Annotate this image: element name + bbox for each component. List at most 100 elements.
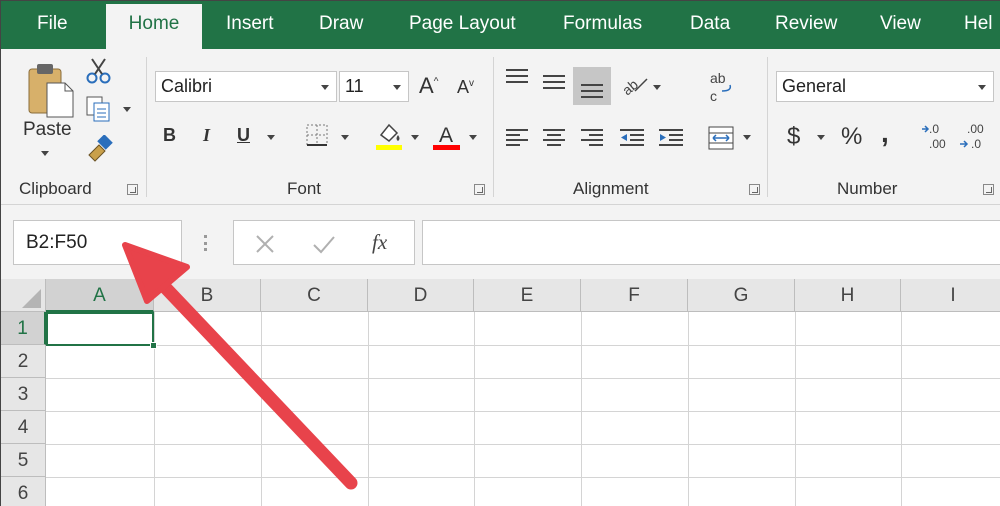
format-painter-button[interactable] [85, 134, 115, 168]
row-gridline [46, 345, 1000, 346]
increase-indent-icon [659, 129, 683, 146]
tab-page-layout[interactable]: Page Layout [409, 1, 516, 49]
font-color-icon: A [433, 124, 460, 150]
align-bottom-icon [581, 84, 603, 98]
tab-view[interactable]: View [880, 1, 921, 49]
decrease-decimal-button[interactable]: .00 .0 [959, 121, 993, 156]
orientation-dropdown-icon[interactable] [653, 85, 661, 90]
format-painter-icon [88, 134, 113, 162]
row-header-4[interactable]: 4 [1, 411, 46, 444]
column-gridline [368, 312, 369, 506]
font-color-button[interactable]: A [433, 121, 463, 156]
tab-insert[interactable]: Insert [226, 1, 274, 49]
font-name-select[interactable]: Calibri [155, 71, 337, 102]
svg-text:ab: ab [619, 76, 641, 97]
decrease-font-size-button[interactable]: Av [457, 77, 474, 98]
cancel-icon[interactable] [254, 233, 276, 255]
column-header-h[interactable]: H [795, 279, 901, 312]
accounting-format-button[interactable]: $ [787, 123, 800, 151]
row-gridline [46, 444, 1000, 445]
orientation-icon: ab [619, 76, 648, 98]
fill-color-dropdown-icon[interactable] [411, 135, 419, 140]
orientation-button[interactable]: ab [619, 69, 651, 102]
tab-formulas[interactable]: Formulas [563, 1, 642, 49]
merge-center-button[interactable] [707, 125, 735, 156]
column-header-a[interactable]: A [46, 279, 154, 312]
tab-review[interactable]: Review [775, 1, 837, 49]
name-box[interactable]: B2:F50 [13, 220, 182, 265]
column-gridline [795, 312, 796, 506]
align-left-icon [506, 129, 528, 146]
column-header-c[interactable]: C [261, 279, 368, 312]
tab-file[interactable]: File [37, 1, 68, 49]
alignment-launcher-icon[interactable] [749, 184, 760, 195]
underline-button[interactable]: U [237, 125, 250, 146]
copy-button[interactable] [85, 95, 133, 123]
paste-button[interactable]: Paste [23, 59, 75, 177]
font-color-dropdown-icon[interactable] [469, 135, 477, 140]
borders-button[interactable] [305, 123, 329, 152]
decrease-indent-button[interactable] [618, 127, 646, 154]
increase-font-size-button[interactable]: A^ [419, 73, 438, 99]
column-header-d[interactable]: D [368, 279, 474, 312]
merge-dropdown-icon[interactable] [743, 135, 751, 140]
row-header-1[interactable]: 1 [1, 312, 46, 345]
select-all-button[interactable] [1, 279, 46, 312]
worksheet-grid[interactable]: A B C D E F G H I 1 2 3 4 5 6 [1, 279, 1000, 506]
increase-decimal-button[interactable]: .0 .00 [921, 121, 951, 156]
fill-handle[interactable] [150, 342, 157, 349]
decrease-decimal-icon: .00 .0 [960, 122, 984, 151]
number-format-select[interactable]: General [776, 71, 994, 102]
bottom-align-button[interactable] [573, 67, 611, 105]
enter-check-icon[interactable] [312, 233, 336, 255]
italic-button[interactable]: I [203, 125, 210, 146]
row-header-5[interactable]: 5 [1, 444, 46, 477]
font-size-select[interactable]: 11 [339, 71, 409, 102]
increase-indent-button[interactable] [657, 127, 685, 154]
borders-dropdown-icon[interactable] [341, 135, 349, 140]
align-top-icon [506, 69, 528, 83]
fill-color-icon [376, 123, 402, 150]
column-header-i[interactable]: I [901, 279, 1000, 312]
fill-color-button[interactable] [375, 121, 405, 156]
accounting-dropdown-icon[interactable] [817, 135, 825, 140]
scissors-icon [86, 58, 111, 84]
wrap-text-button[interactable]: ab c [708, 69, 736, 112]
align-left-button[interactable] [504, 127, 530, 154]
svg-text:.0: .0 [971, 137, 981, 151]
tab-home[interactable]: Home [106, 4, 202, 49]
top-align-button[interactable] [504, 67, 530, 94]
row-header-2[interactable]: 2 [1, 345, 46, 378]
number-launcher-icon[interactable] [983, 184, 994, 195]
decrease-font-size-icon: Av [457, 77, 475, 97]
tab-help[interactable]: Hel [964, 1, 993, 49]
column-header-g[interactable]: G [688, 279, 795, 312]
align-center-button[interactable] [541, 127, 567, 154]
row-header-3[interactable]: 3 [1, 378, 46, 411]
row-header-6[interactable]: 6 [1, 477, 46, 506]
cut-button[interactable] [85, 57, 113, 90]
middle-align-button[interactable] [541, 71, 567, 98]
bold-button[interactable]: B [163, 125, 176, 146]
percent-style-button[interactable]: % [841, 123, 862, 151]
font-launcher-icon[interactable] [474, 184, 485, 195]
column-gridline [261, 312, 262, 506]
clipboard-launcher-icon[interactable] [127, 184, 138, 195]
insert-function-button[interactable]: fx [372, 230, 387, 255]
column-header-f[interactable]: F [581, 279, 688, 312]
underline-dropdown-icon[interactable] [267, 135, 275, 140]
formula-bar-grip[interactable] [204, 235, 207, 251]
formula-input[interactable] [422, 220, 1000, 265]
tab-data[interactable]: Data [690, 1, 730, 49]
column-gridline [581, 312, 582, 506]
tab-draw[interactable]: Draw [319, 1, 363, 49]
column-header-e[interactable]: E [474, 279, 581, 312]
formula-buttons: fx [233, 220, 415, 265]
comma-style-button[interactable]: , [881, 117, 889, 149]
align-center-icon [543, 129, 565, 146]
active-cell-a1[interactable] [46, 312, 157, 349]
column-header-b[interactable]: B [154, 279, 261, 312]
column-gridline [474, 312, 475, 506]
borders-icon [306, 124, 328, 146]
align-right-button[interactable] [579, 127, 605, 154]
